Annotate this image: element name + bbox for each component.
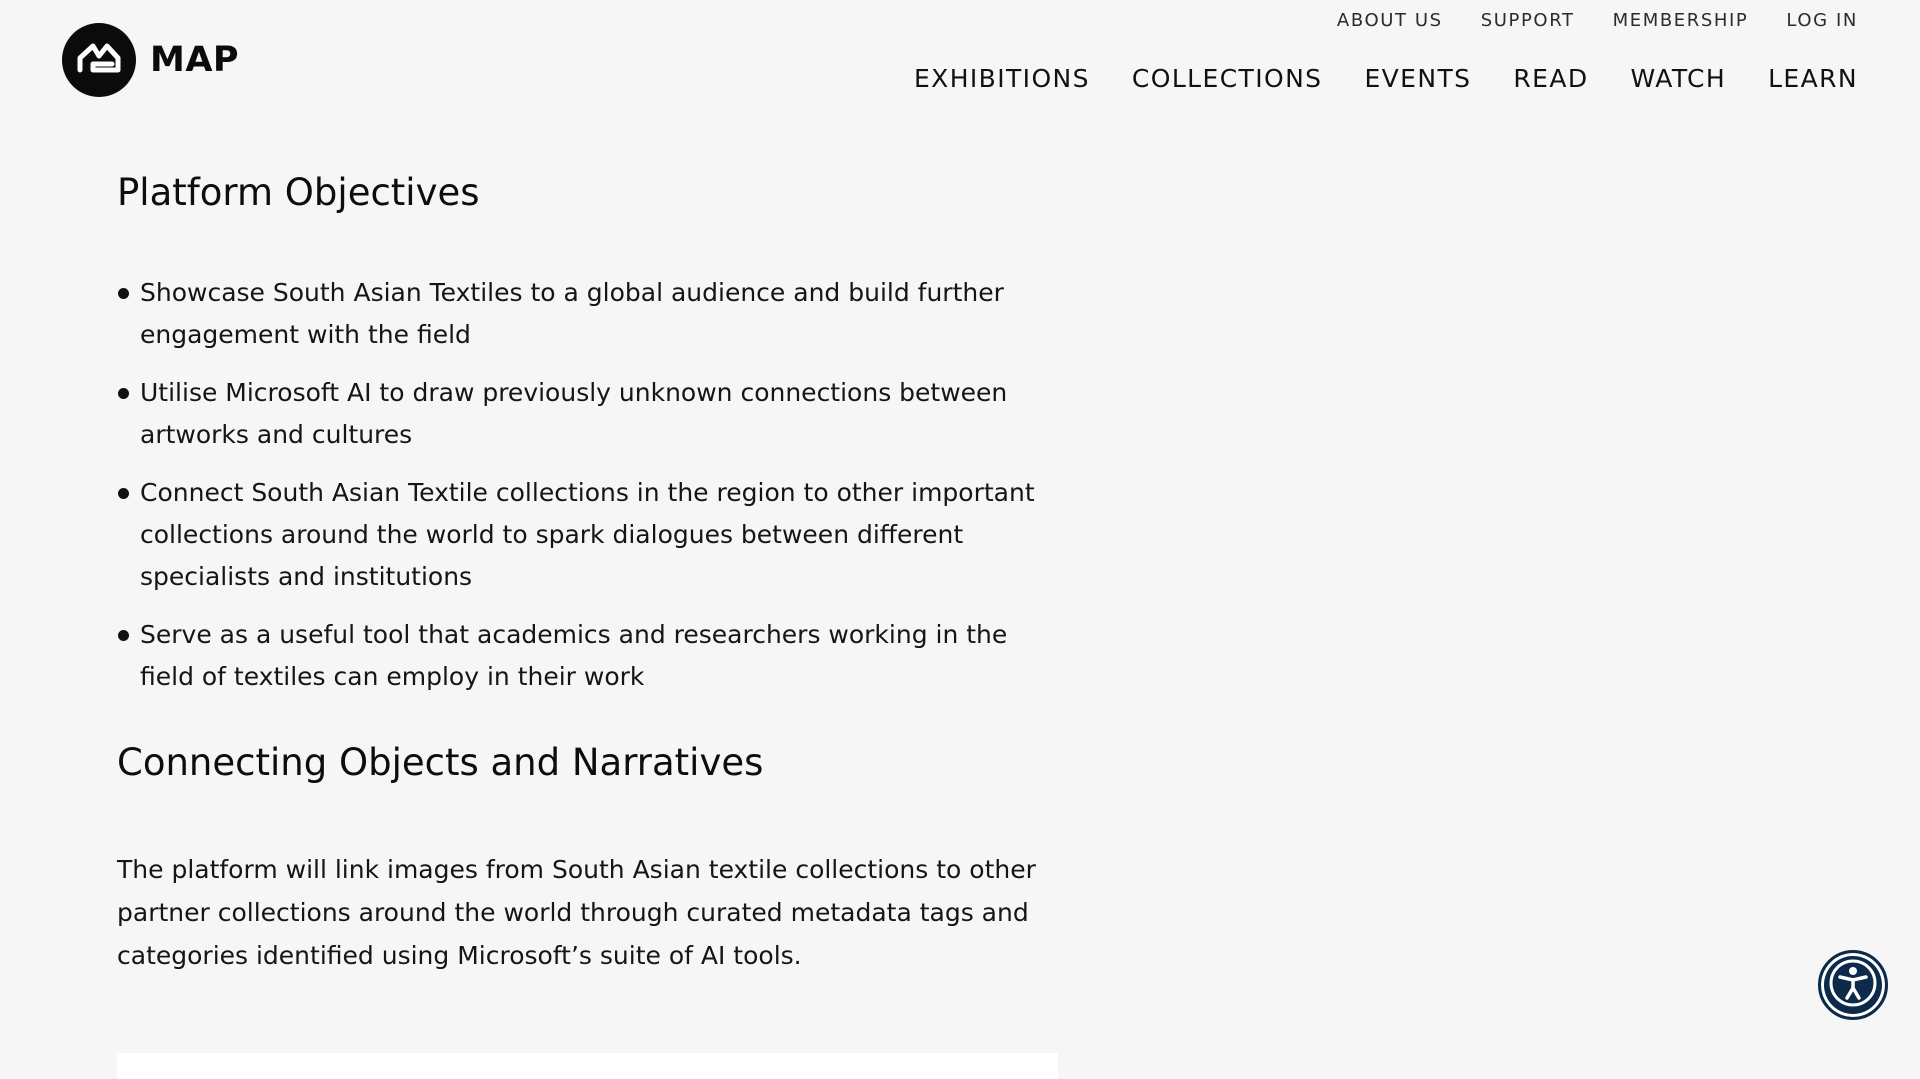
main-content: Platform Objectives Showcase South Asian… [117, 170, 1067, 977]
objectives-title: Platform Objectives [117, 171, 480, 214]
list-item-text: Connect South Asian Textile collections … [140, 478, 1035, 591]
narratives-title: Connecting Objects and Narratives [117, 741, 764, 784]
accessibility-icon [1828, 958, 1878, 1012]
bullet-icon [118, 288, 129, 299]
list-item: Serve as a useful tool that academics an… [117, 614, 1067, 698]
objectives-list: Showcase South Asian Textiles to a globa… [117, 272, 1067, 698]
main-nav: EXHIBITIONS COLLECTIONS EVENTS READ WATC… [914, 64, 1858, 93]
nav-collections[interactable]: COLLECTIONS [1132, 64, 1323, 93]
logo-text: MAP [150, 40, 240, 80]
logo-link[interactable]: MAP [62, 23, 239, 97]
list-item-text: Serve as a useful tool that academics an… [140, 620, 1008, 691]
nav-about-us[interactable]: ABOUT US [1337, 10, 1443, 31]
narratives-paragraph: The platform will link images from South… [117, 855, 1036, 970]
map-logo-icon [62, 23, 136, 97]
utility-nav: ABOUT US SUPPORT MEMBERSHIP LOG IN [1337, 10, 1858, 31]
page: MAP ABOUT US SUPPORT MEMBERSHIP LOG IN E… [0, 0, 1920, 1079]
bullet-icon [118, 630, 129, 641]
nav-support[interactable]: SUPPORT [1481, 10, 1575, 31]
nav-read[interactable]: READ [1513, 64, 1588, 93]
accessibility-button[interactable] [1818, 950, 1888, 1020]
nav-exhibitions[interactable]: EXHIBITIONS [914, 64, 1090, 93]
list-item: Connect South Asian Textile collections … [117, 472, 1067, 598]
list-item: Utilise Microsoft AI to draw previously … [117, 372, 1067, 456]
list-item: Showcase South Asian Textiles to a globa… [117, 272, 1067, 356]
nav-events[interactable]: EVENTS [1364, 64, 1471, 93]
bullet-icon [118, 388, 129, 399]
list-item-text: Showcase South Asian Textiles to a globa… [140, 278, 1004, 349]
nav-watch[interactable]: WATCH [1631, 64, 1727, 93]
site-header: MAP ABOUT US SUPPORT MEMBERSHIP LOG IN E… [0, 0, 1920, 120]
nav-log-in[interactable]: LOG IN [1786, 10, 1858, 31]
nav-learn[interactable]: LEARN [1768, 64, 1858, 93]
list-item-text: Utilise Microsoft AI to draw previously … [140, 378, 1008, 449]
nav-membership[interactable]: MEMBERSHIP [1613, 10, 1749, 31]
content-card [117, 1053, 1058, 1079]
bullet-icon [118, 488, 129, 499]
